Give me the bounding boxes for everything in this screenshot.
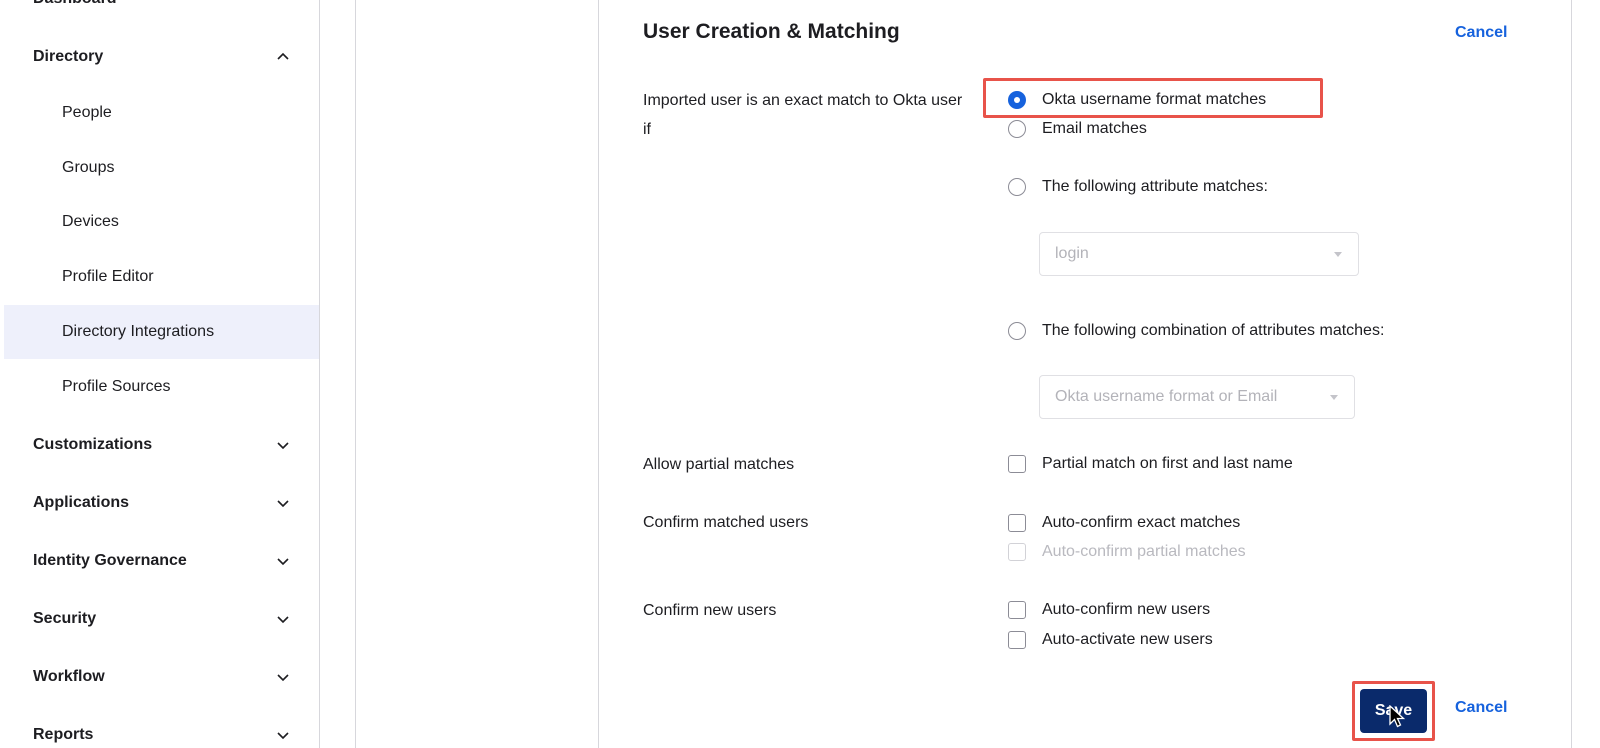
sidebar-item-label: Devices [62,213,119,230]
radio-label: The following attribute matches: [1042,178,1268,195]
sidebar-item-directory[interactable]: Directory [33,44,352,70]
panel-right-border [1571,0,1572,748]
sidebar-item-label: Identity Governance [33,552,187,569]
radio-button-selected[interactable] [1008,91,1026,109]
sidebar-item-label: Security [33,610,97,627]
sidebar-item-reports[interactable]: Reports [33,722,352,748]
checkbox[interactable] [1008,601,1026,619]
sidebar-item-dashboard[interactable]: Dashboard [33,0,117,8]
chevron-down-icon [277,500,289,508]
sidebar-item-label: Directory Integrations [62,323,215,340]
sidebar-item-applications[interactable]: Applications [33,490,352,516]
sidebar-item-label: Reports [33,726,94,743]
sidebar-item-workflow[interactable]: Workflow [33,664,352,690]
sidebar: Dashboard Directory People Groups Device… [0,0,320,748]
sidebar-item-label: Workflow [33,668,105,685]
chevron-down-icon [277,674,289,682]
sidebar-item-customizations[interactable]: Customizations [33,432,352,458]
chevron-down-icon [277,616,289,624]
radio-label: The following combination of attributes … [1042,322,1385,339]
confirm-new-label: Confirm new users [643,602,777,619]
checkbox-label: Auto-confirm exact matches [1042,514,1241,531]
sidebar-item-groups[interactable]: Groups [4,141,319,195]
radio-label: Okta username format matches [1042,91,1267,108]
sidebar-item-label: Directory [33,48,104,65]
radio-button[interactable] [1008,322,1026,340]
cancel-button-bottom[interactable]: Cancel [1455,699,1507,717]
chevron-down-icon [277,558,289,566]
chevron-down-icon [1334,252,1342,257]
checkbox-label: Auto-activate new users [1042,631,1213,648]
select-value: Okta username format or Email [1055,388,1278,405]
sidebar-item-label: Profile Editor [62,268,154,285]
chevron-down-icon [1330,395,1338,400]
radio-button[interactable] [1008,120,1026,138]
combination-select[interactable]: Okta username format or Email [1039,375,1355,419]
checkbox[interactable] [1008,514,1026,532]
cancel-button-top[interactable]: Cancel [1455,24,1507,42]
checkbox-auto-confirm-exact[interactable]: Auto-confirm exact matches [1008,511,1240,535]
content-divider [355,0,356,748]
checkbox-auto-activate-new[interactable]: Auto-activate new users [1008,628,1213,652]
checkbox-auto-confirm-new[interactable]: Auto-confirm new users [1008,598,1210,622]
sidebar-item-label: Applications [33,494,130,511]
radio-okta-username[interactable]: Okta username format matches [1008,88,1266,112]
chevron-down-icon [277,442,289,450]
mouse-cursor-icon [1389,705,1406,728]
radio-attribute[interactable]: The following attribute matches: [1008,175,1268,199]
radio-combination[interactable]: The following combination of attributes … [1008,319,1384,343]
radio-label: Email matches [1042,120,1147,137]
checkbox[interactable] [1008,455,1026,473]
sidebar-item-directory-integrations[interactable]: Directory Integrations [4,305,319,359]
exact-match-label: Imported user is an exact match to Okta … [643,92,963,138]
sidebar-item-devices[interactable]: Devices [4,195,319,249]
sidebar-item-label: People [62,104,112,121]
checkbox-auto-confirm-partial: Auto-confirm partial matches [1008,540,1246,564]
sidebar-item-profile-editor[interactable]: Profile Editor [4,250,319,304]
checkbox-label: Auto-confirm partial matches [1042,543,1246,560]
sidebar-item-security[interactable]: Security [33,606,352,632]
select-value: login [1055,245,1089,262]
radio-button[interactable] [1008,178,1026,196]
checkbox-partial-match[interactable]: Partial match on first and last name [1008,452,1293,476]
chevron-down-icon [277,732,289,740]
chevron-up-icon [277,52,289,60]
checkbox [1008,543,1026,561]
sidebar-item-label: Groups [62,159,115,176]
checkbox-label: Partial match on first and last name [1042,455,1293,472]
partial-matches-label: Allow partial matches [643,456,795,473]
confirm-matched-label: Confirm matched users [643,514,809,531]
sidebar-item-identity-governance[interactable]: Identity Governance [33,548,352,574]
checkbox[interactable] [1008,631,1026,649]
sidebar-item-people[interactable]: People [4,86,319,140]
panel-title: User Creation & Matching [643,20,900,43]
sidebar-item-label: Profile Sources [62,378,171,395]
sidebar-item-label: Customizations [33,436,153,453]
attribute-select[interactable]: login [1039,232,1359,276]
panel-left-border [598,0,599,748]
radio-email[interactable]: Email matches [1008,117,1147,141]
checkbox-label: Auto-confirm new users [1042,601,1211,618]
sidebar-item-profile-sources[interactable]: Profile Sources [4,360,319,414]
